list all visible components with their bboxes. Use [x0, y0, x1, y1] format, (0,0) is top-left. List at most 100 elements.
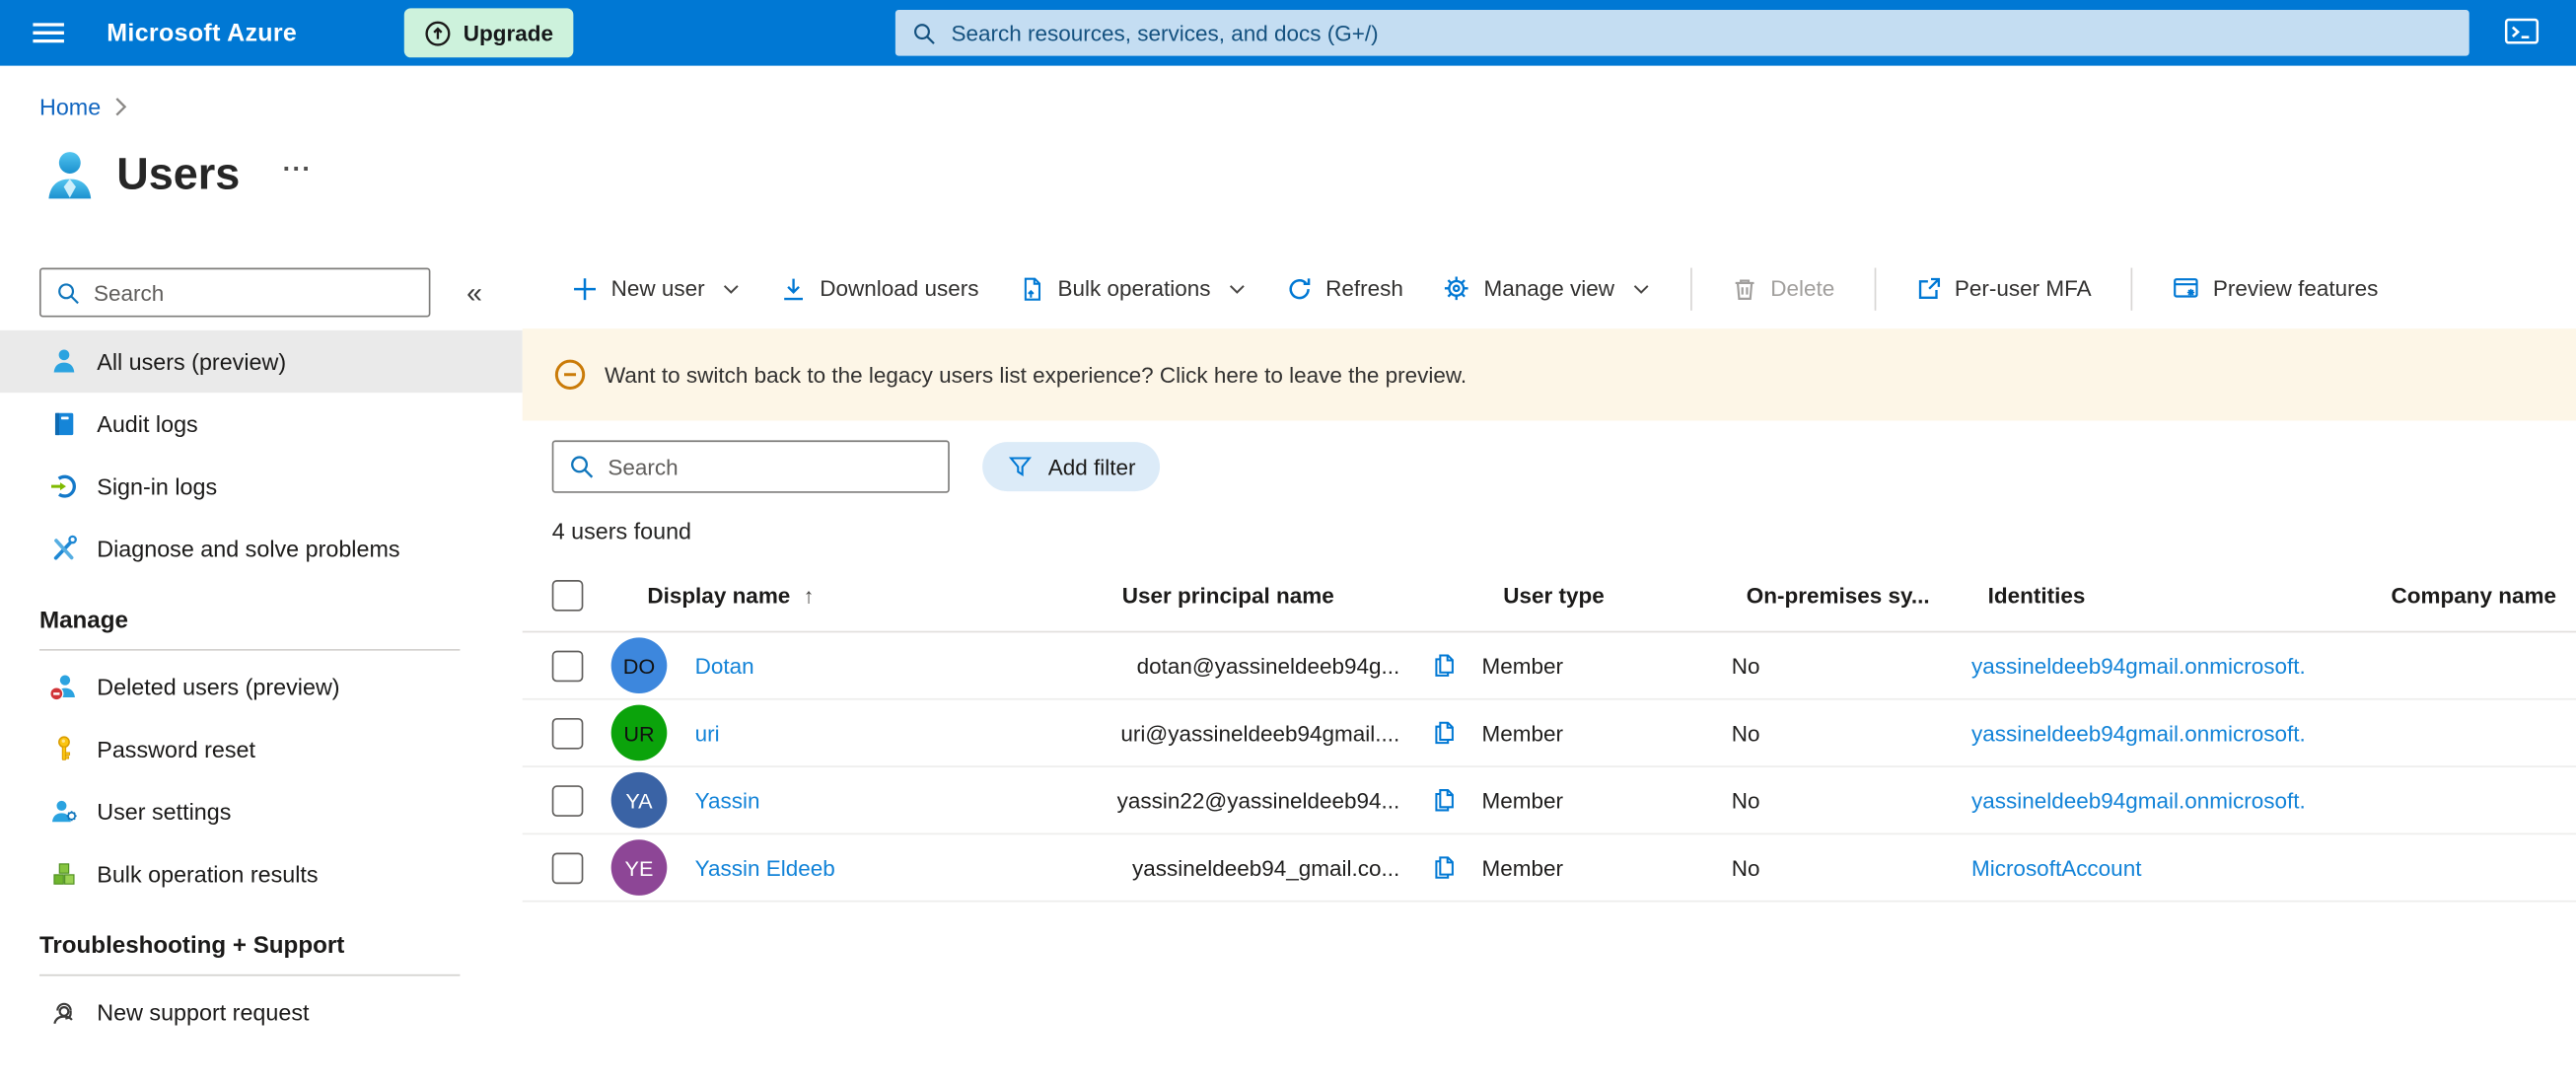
column-header-user-type[interactable]: User type — [1472, 583, 1716, 608]
column-header-upn[interactable]: User principal name — [1088, 583, 1416, 608]
column-header-identities[interactable]: Identities — [1962, 583, 2356, 608]
copy-icon[interactable] — [1416, 854, 1472, 881]
sidebar-item-diagnose[interactable]: Diagnose and solve problems — [0, 518, 523, 580]
delete-button[interactable]: Delete — [1731, 275, 1834, 302]
on-premises-sync: No — [1731, 855, 1760, 881]
identities-link[interactable]: yassineldeeb94gmail.onmicrosoft. — [1962, 653, 2356, 678]
download-icon — [784, 277, 804, 300]
toolbar-separator — [1874, 266, 1876, 311]
brand-microsoft-azure[interactable]: Microsoft Azure — [107, 19, 297, 46]
avatar: UR — [610, 704, 668, 761]
user-display-name-link[interactable]: Yassin Eldeeb — [695, 855, 835, 880]
on-premises-sync: No — [1731, 720, 1760, 746]
sidebar-item-bulk-operation-results[interactable]: Bulk operation results — [0, 843, 523, 905]
table-row: DO Dotan dotan@yassineldeeb94g... Member… — [522, 632, 2576, 700]
add-filter-button[interactable]: Add filter — [982, 442, 1161, 492]
document-arrow-icon — [1024, 276, 1040, 300]
row-checkbox[interactable] — [551, 851, 584, 884]
user-display-name-link[interactable]: Dotan — [695, 653, 754, 678]
external-link-icon — [1918, 276, 1940, 299]
divider — [38, 974, 461, 976]
search-icon — [571, 456, 594, 478]
sidebar-item-deleted-users[interactable]: Deleted users (preview) — [0, 656, 523, 718]
breadcrumb: Home — [39, 92, 2576, 121]
user-principal-name: dotan@yassineldeeb94g... — [1136, 653, 1400, 679]
copy-icon[interactable] — [1416, 652, 1472, 679]
user-principal-name: yassin22@yassineldeeb94... — [1116, 787, 1400, 813]
refresh-button[interactable]: Refresh — [1286, 275, 1403, 302]
global-search-bar[interactable] — [894, 9, 2469, 56]
sort-ascending-icon: ↑ — [803, 582, 815, 608]
table-header-row: Display name ↑ User principal name User … — [522, 558, 2576, 633]
identities-link[interactable]: yassineldeeb94gmail.onmicrosoft. — [1962, 788, 2356, 813]
main-area: « All users (preview) Audit logs Sign-in… — [0, 249, 2576, 1044]
column-header-on-premises[interactable]: On-premises sy... — [1715, 583, 1962, 608]
users-search-box[interactable] — [551, 440, 950, 493]
window-gear-icon — [2174, 278, 2198, 298]
sidebar-item-label: Sign-in logs — [97, 472, 218, 500]
breadcrumb-home-link[interactable]: Home — [39, 94, 101, 120]
page-title: Users — [116, 149, 241, 199]
avatar: YE — [610, 839, 668, 896]
more-options-button[interactable]: ... — [283, 150, 313, 180]
upgrade-button[interactable]: Upgrade — [403, 8, 573, 58]
user-display-name-link[interactable]: uri — [695, 720, 720, 745]
user-type: Member — [1481, 653, 1564, 679]
sidebar-item-all-users[interactable]: All users (preview) — [0, 329, 523, 394]
sidebar-item-new-support-request[interactable]: New support request — [0, 980, 523, 1043]
user-display-name-link[interactable]: Yassin — [695, 788, 760, 813]
trash-icon — [1735, 278, 1754, 300]
sign-in-icon — [49, 471, 79, 501]
sidebar-item-sign-in-logs[interactable]: Sign-in logs — [0, 455, 523, 517]
sidebar-item-user-settings[interactable]: User settings — [0, 780, 523, 842]
azure-portal-page: Microsoft Azure Upgrade Home U — [0, 0, 2576, 1085]
user-principal-name: yassineldeeb94_gmail.co... — [1131, 855, 1400, 881]
toolbar-separator — [2130, 266, 2133, 311]
sidebar-item-label: Deleted users (preview) — [97, 673, 340, 700]
download-users-button[interactable]: Download users — [780, 275, 979, 302]
sidebar-item-audit-logs[interactable]: Audit logs — [0, 393, 523, 455]
user-principal-name: uri@yassineldeeb94gmail.... — [1120, 720, 1400, 746]
column-header-display-name[interactable]: Display name ↑ — [611, 583, 1088, 608]
table-row: YA Yassin yassin22@yassineldeeb94... Mem… — [522, 767, 2576, 835]
column-header-company-name[interactable]: Company name — [2356, 583, 2576, 608]
cloud-shell-icon[interactable] — [2504, 15, 2540, 47]
new-user-button[interactable]: New user — [572, 275, 742, 302]
copy-icon[interactable] — [1416, 787, 1472, 814]
banner-message[interactable]: Want to switch back to the legacy users … — [605, 362, 1467, 387]
chevron-down-icon — [1227, 278, 1247, 298]
sidebar-search-input[interactable] — [90, 278, 429, 307]
row-checkbox[interactable] — [551, 784, 584, 817]
hamburger-menu-icon[interactable] — [33, 22, 64, 44]
sidebar-collapse-button[interactable]: « — [466, 278, 482, 306]
sidebar-item-label: Diagnose and solve problems — [97, 536, 400, 562]
user-icon — [49, 346, 79, 376]
row-checkbox[interactable] — [551, 649, 584, 682]
search-icon — [58, 282, 79, 304]
avatar: DO — [610, 637, 668, 693]
identities-link[interactable]: yassineldeeb94gmail.onmicrosoft. — [1962, 720, 2356, 745]
search-icon — [914, 23, 935, 44]
row-checkbox[interactable] — [551, 717, 584, 749]
sidebar-search-box[interactable] — [38, 267, 431, 318]
select-all-checkbox[interactable] — [551, 579, 584, 611]
manage-view-button[interactable]: Manage view — [1443, 274, 1651, 302]
divider — [38, 648, 461, 651]
preview-banner: Want to switch back to the legacy users … — [522, 328, 2576, 421]
plus-icon — [574, 277, 597, 300]
per-user-mfa-button[interactable]: Per-user MFA — [1915, 275, 2092, 302]
sidebar-item-password-reset[interactable]: Password reset — [0, 718, 523, 780]
on-premises-sync: No — [1731, 653, 1760, 679]
sidebar-item-label: Bulk operation results — [97, 860, 319, 888]
user-type: Member — [1481, 787, 1564, 813]
global-search-input[interactable] — [948, 19, 2469, 47]
toolbar-separator — [1689, 266, 1692, 311]
preview-features-button[interactable]: Preview features — [2172, 274, 2378, 302]
identities-link[interactable]: MicrosoftAccount — [1962, 855, 2356, 880]
users-search-input[interactable] — [605, 452, 949, 481]
bulk-operations-button[interactable]: Bulk operations — [1019, 275, 1248, 302]
copy-icon[interactable] — [1416, 720, 1472, 747]
upgrade-label: Upgrade — [463, 20, 553, 45]
sidebar-item-label: Audit logs — [97, 410, 198, 438]
top-bar: Microsoft Azure Upgrade — [0, 0, 2576, 66]
